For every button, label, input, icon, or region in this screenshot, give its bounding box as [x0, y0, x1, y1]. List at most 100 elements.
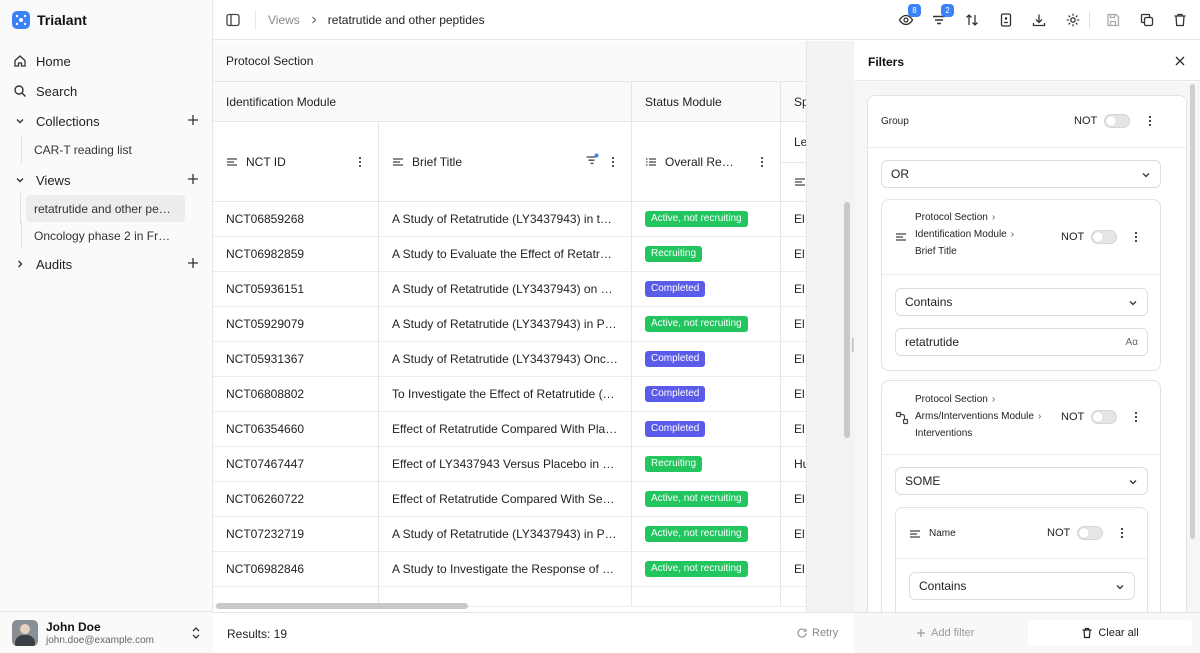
table-row[interactable]: NCT05929079 A Study of Retatrutide (LY343…: [213, 307, 806, 342]
cell-sponsor: El: [781, 517, 806, 551]
export-document-button[interactable]: [997, 11, 1015, 29]
table-row[interactable]: NCT06260722 Effect of Retatrutide Compare…: [213, 482, 806, 517]
filter-menu-icon[interactable]: [1117, 527, 1127, 539]
divider: [896, 558, 1147, 559]
horizontal-scrollbar[interactable]: [216, 603, 468, 609]
group-operator-value: OR: [891, 167, 909, 181]
column-menu-icon[interactable]: [607, 156, 619, 168]
duplicate-button[interactable]: [1138, 11, 1156, 29]
cell-sponsor: El: [781, 552, 806, 586]
filter-not-toggle[interactable]: [1091, 410, 1117, 424]
chevron-up-down-icon[interactable]: [191, 626, 201, 640]
filter-operator-value: Contains: [919, 579, 967, 593]
filters-panel: Filters Group NOT OR Protocol Section › …: [854, 41, 1200, 653]
match-case-icon[interactable]: Aα: [1126, 337, 1138, 348]
divider: [868, 147, 1186, 148]
add-filter-button[interactable]: Add filter: [916, 627, 974, 639]
filter-value-input[interactable]: retatrutide Aα: [895, 328, 1148, 356]
clear-all-button[interactable]: Clear all: [1028, 620, 1192, 646]
column-header-label: NCT ID: [246, 154, 286, 169]
group-operator-select[interactable]: OR: [881, 160, 1161, 188]
table-row[interactable]: NCT06859268 A Study of Retatrutide (LY343…: [213, 202, 806, 237]
sidebar-item-views[interactable]: Views: [0, 165, 213, 195]
quantifier-select[interactable]: SOME: [895, 467, 1148, 495]
sidebar-item-audits[interactable]: Audits: [0, 249, 213, 279]
column-header-label: Overall Recruitment Status: [665, 154, 737, 169]
settings-button[interactable]: [1064, 11, 1082, 29]
column-header-overall-status[interactable]: Overall Recruitment Status: [632, 122, 781, 201]
active-filter-icon[interactable]: [585, 153, 599, 167]
table-row[interactable]: NCT06982846 A Study to Investigate the Re…: [213, 552, 806, 587]
field-lines-icon: [895, 231, 907, 243]
vertical-scrollbar[interactable]: [844, 202, 850, 438]
brand[interactable]: Trialant: [12, 10, 87, 30]
table-row[interactable]: NCT06808802 To Investigate the Effect of …: [213, 377, 806, 412]
table-row[interactable]: NCT05931367 A Study of Retatrutide (LY343…: [213, 342, 806, 377]
sidebar-subitem-view-active[interactable]: retatrutide and other peptides: [20, 193, 185, 224]
breadcrumb-views[interactable]: Views: [268, 13, 300, 27]
sidebar-nav: Home Search Collections CAR-T reading li…: [0, 46, 213, 279]
divider: [781, 162, 806, 163]
group-header-protocol-section: Protocol Section: [213, 41, 806, 81]
chevron-right-icon: [310, 15, 318, 25]
retry-button[interactable]: Retry: [796, 627, 838, 639]
chevron-right-icon: ›: [1010, 229, 1015, 240]
sidebar-subitem-collection[interactable]: CAR-T reading list: [21, 136, 213, 163]
filter-not-toggle[interactable]: [1091, 230, 1117, 244]
cell-nct-id: NCT05931367: [213, 342, 379, 376]
save-button[interactable]: [1104, 11, 1122, 29]
filter-field-path: Protocol Section › Identification Module ›…: [915, 209, 1014, 260]
cell-sponsor: Hu: [781, 447, 806, 481]
add-view-icon[interactable]: [187, 173, 201, 187]
filter-operator-select[interactable]: Contains: [895, 288, 1148, 316]
table-row[interactable]: NCT06982859 A Study to Evaluate the Effec…: [213, 237, 806, 272]
sidebar-subitem-label: retatrutide and other peptides: [34, 201, 175, 216]
sidebar-item-home[interactable]: Home: [0, 46, 213, 76]
table-row[interactable]: NCT05936151 A Study of Retatrutide (LY343…: [213, 272, 806, 307]
home-icon: [12, 53, 28, 69]
sidebar-subitem-view[interactable]: Oncology phase 2 in France: [21, 222, 185, 249]
chevron-down-icon[interactable]: [12, 172, 28, 188]
column-menu-icon[interactable]: [756, 156, 768, 168]
sidebar-toggle-icon[interactable]: [225, 12, 241, 28]
filter-menu-icon[interactable]: [1131, 231, 1141, 243]
column-lines-icon: [794, 176, 806, 188]
table-row[interactable]: NCT06354660 Effect of Retatrutide Compare…: [213, 412, 806, 447]
column-menu-icon[interactable]: [354, 156, 366, 168]
sort-button[interactable]: [963, 11, 981, 29]
chevron-right-icon[interactable]: [12, 256, 28, 272]
sidebar-item-collections[interactable]: Collections: [0, 106, 213, 136]
not-label: NOT: [1074, 115, 1098, 127]
table-row[interactable]: NCT07467447 Effect of LY3437943 Versus Pl…: [213, 447, 806, 482]
filter-operator-select[interactable]: Contains: [909, 572, 1135, 600]
filter-button[interactable]: 2: [930, 4, 954, 29]
column-header-label: Le: [794, 135, 806, 149]
sidebar-item-label: Views: [36, 172, 71, 188]
delete-button[interactable]: [1171, 11, 1189, 29]
visibility-button[interactable]: 8: [897, 4, 921, 29]
group-header-label: Protocol Section: [226, 54, 314, 68]
table-module-header: Identification Module Status Module Sp: [213, 82, 806, 122]
group-menu-icon[interactable]: [1145, 115, 1155, 127]
sidebar-item-search[interactable]: Search: [0, 76, 213, 106]
close-icon[interactable]: [1174, 55, 1186, 67]
group-not-toggle[interactable]: [1104, 114, 1130, 128]
not-label: NOT: [1061, 231, 1085, 243]
add-collection-icon[interactable]: [187, 114, 201, 128]
filter-card-interventions: Protocol Section › Arms/Interventions Mod…: [881, 380, 1161, 612]
download-button[interactable]: [1030, 11, 1048, 29]
column-header-nct-id[interactable]: NCT ID: [213, 122, 379, 201]
filter-not-toggle[interactable]: [1077, 526, 1103, 540]
table-row[interactable]: NCT07232719 A Study of Retatrutide (LY343…: [213, 517, 806, 552]
column-header-brief-title[interactable]: Brief Title: [379, 122, 632, 201]
filter-menu-icon[interactable]: [1131, 411, 1141, 423]
status-badge: Recruiting: [645, 246, 703, 262]
user-menu[interactable]: John Doe john.doe@example.com: [0, 611, 213, 653]
chevron-down-icon[interactable]: [12, 113, 28, 129]
filters-scrollbar[interactable]: [1190, 84, 1195, 539]
column-header-lead-sponsor[interactable]: Le: [781, 122, 806, 201]
filter-group-card: Group NOT OR Protocol Section › Identific…: [867, 95, 1187, 612]
sidebar-subitem-label: Oncology phase 2 in France: [34, 228, 175, 243]
divider: [1089, 12, 1090, 28]
add-audit-icon[interactable]: [187, 257, 201, 271]
